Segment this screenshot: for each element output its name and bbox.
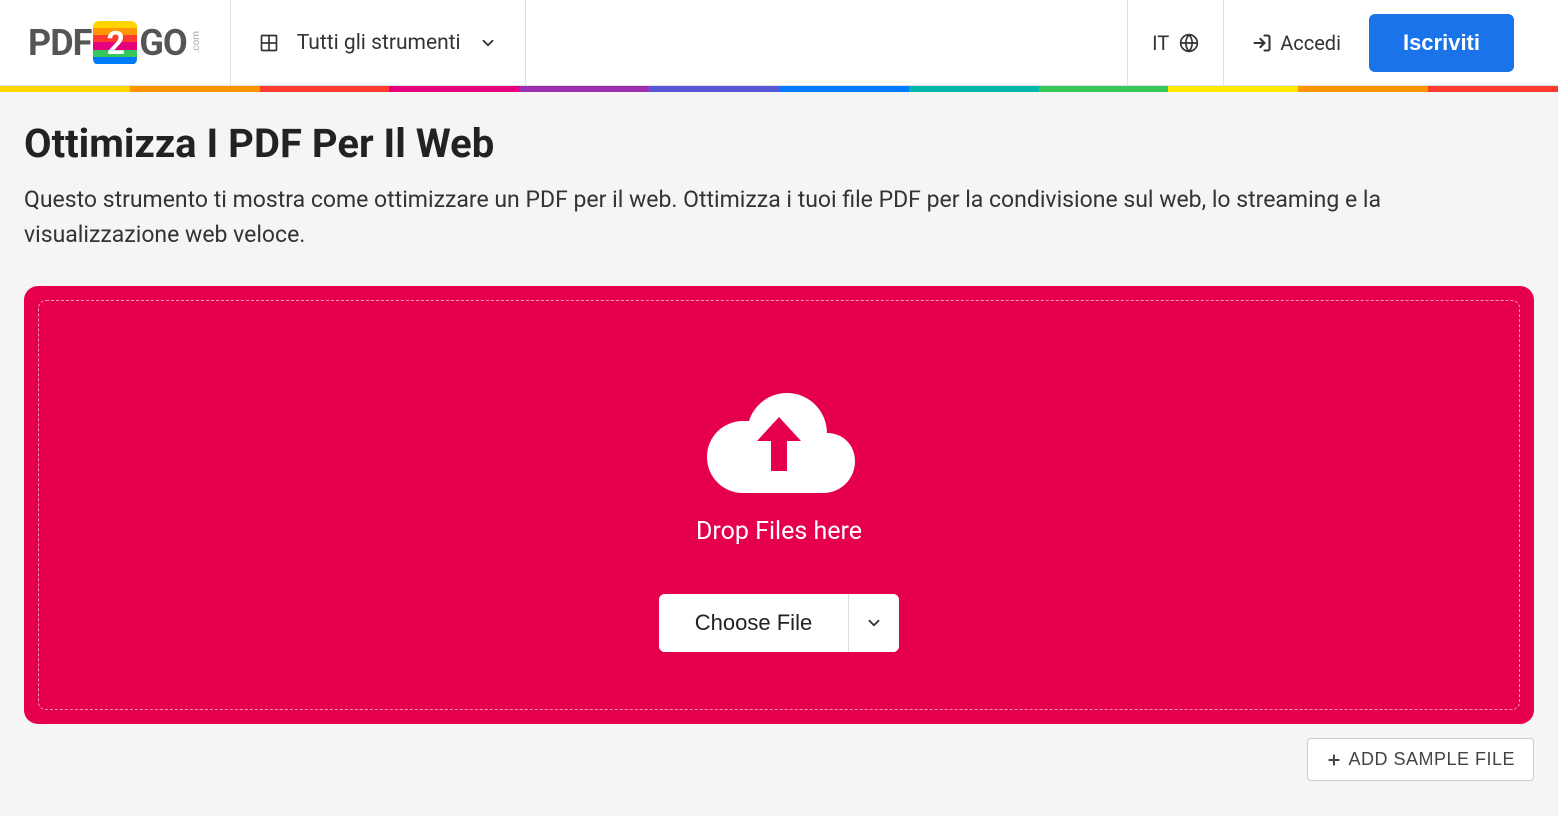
dropzone-inner: Drop Files here Choose File <box>38 300 1520 710</box>
choose-file-group: Choose File <box>659 594 899 652</box>
plus-icon <box>1326 752 1342 768</box>
all-tools-menu[interactable]: Tutti gli strumenti <box>231 0 526 85</box>
drop-files-text: Drop Files here <box>696 517 862 546</box>
globe-icon <box>1179 33 1199 53</box>
cloud-upload-icon <box>699 379 859 499</box>
language-selector[interactable]: IT <box>1127 0 1224 85</box>
file-dropzone[interactable]: Drop Files here Choose File <box>24 286 1534 724</box>
login-button[interactable]: Accedi <box>1224 0 1369 85</box>
logo-pdf-text: PDF <box>28 22 91 64</box>
language-code: IT <box>1152 31 1169 55</box>
logo-go-text: GO <box>139 22 186 64</box>
add-sample-file-button[interactable]: ADD SAMPLE FILE <box>1307 738 1534 781</box>
chevron-down-icon <box>479 34 497 52</box>
main-content: Ottimizza I PDF Per Il Web Questo strume… <box>0 92 1558 781</box>
login-label: Accedi <box>1280 31 1341 55</box>
all-tools-label: Tutti gli strumenti <box>297 31 461 55</box>
logo-com-text: .com <box>191 31 202 53</box>
login-icon <box>1252 33 1272 53</box>
grid-icon <box>259 33 279 53</box>
chevron-down-icon <box>865 614 883 632</box>
choose-file-dropdown[interactable] <box>848 594 899 652</box>
add-sample-row: ADD SAMPLE FILE <box>24 738 1534 781</box>
page-title: Ottimizza I PDF Per Il Web <box>24 120 1534 167</box>
signup-button[interactable]: Iscriviti <box>1369 14 1514 72</box>
logo-two-badge: 2 <box>93 21 137 65</box>
add-sample-label: ADD SAMPLE FILE <box>1348 749 1515 770</box>
page-subtitle: Questo strumento ti mostra come ottimizz… <box>24 183 1484 252</box>
top-navbar: PDF 2 GO .com Tutti gli strumenti <box>0 0 1558 86</box>
choose-file-button[interactable]: Choose File <box>659 594 848 652</box>
logo[interactable]: PDF 2 GO .com <box>0 0 231 85</box>
rainbow-divider <box>0 86 1558 92</box>
